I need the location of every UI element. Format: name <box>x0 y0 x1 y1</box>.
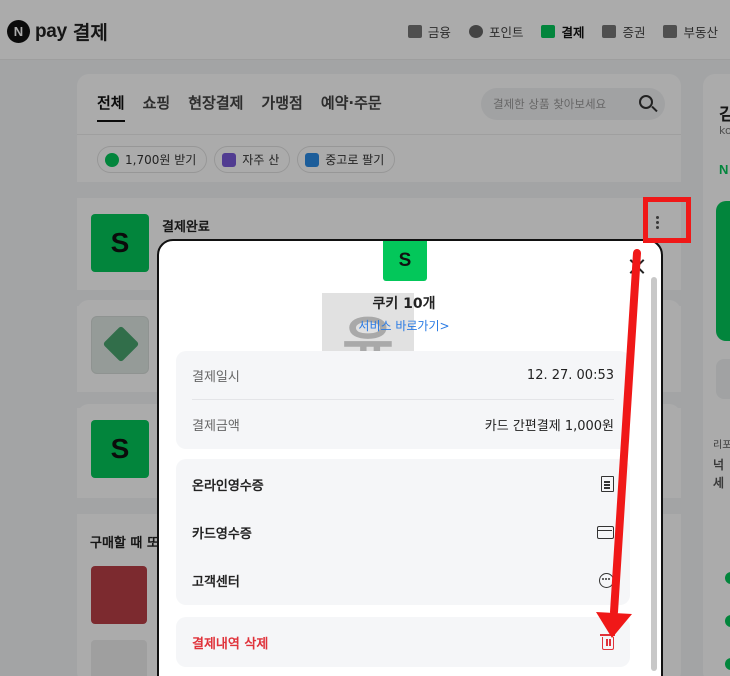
action-list: 온라인영수증 카드영수증 고객센터 <box>176 459 630 605</box>
customer-center-button[interactable]: 고객센터 <box>192 556 614 604</box>
action-label: 카드영수증 <box>192 526 252 542</box>
trash-icon <box>600 634 615 650</box>
product-name: 쿠키 10개 <box>372 296 436 312</box>
card-receipt-button[interactable]: 카드영수증 <box>192 508 614 556</box>
delete-label: 결제내역 삭제 <box>192 636 269 652</box>
online-receipt-button[interactable]: 온라인영수증 <box>192 460 614 508</box>
merchant-logo-letter: S <box>398 250 412 271</box>
card-icon <box>597 525 614 539</box>
modal-scrollbar[interactable] <box>651 277 657 671</box>
receipt-icon <box>601 476 614 492</box>
annotation-highlight-box <box>643 197 691 243</box>
info-value: 12. 27. 00:53 <box>526 367 614 383</box>
action-label: 온라인영수증 <box>192 478 264 494</box>
merchant-logo: S <box>383 241 427 281</box>
delete-history-button[interactable]: 결제내역 삭제 <box>192 617 615 667</box>
chat-icon <box>599 572 614 588</box>
action-label: 고객센터 <box>192 574 240 590</box>
info-row-amount: 결제금액 카드 간편결제 1,000원 <box>192 400 614 448</box>
info-row-date: 결제일시 12. 27. 00:53 <box>192 351 614 399</box>
payment-info: 결제일시 12. 27. 00:53 결제금액 카드 간편결제 1,000원 <box>176 351 630 449</box>
info-label: 결제금액 <box>192 418 240 434</box>
payment-detail-modal: S 윤 쿠키 10개 서비스 바로가기> 결제일시 12. 27. 00:53 … <box>157 239 663 676</box>
service-link[interactable]: 서비스 바로가기> <box>159 317 649 334</box>
delete-section: 결제내역 삭제 <box>176 617 630 667</box>
info-label: 결제일시 <box>192 369 240 385</box>
info-value: 카드 간편결제 1,000원 <box>484 418 614 434</box>
close-icon[interactable] <box>627 256 647 276</box>
